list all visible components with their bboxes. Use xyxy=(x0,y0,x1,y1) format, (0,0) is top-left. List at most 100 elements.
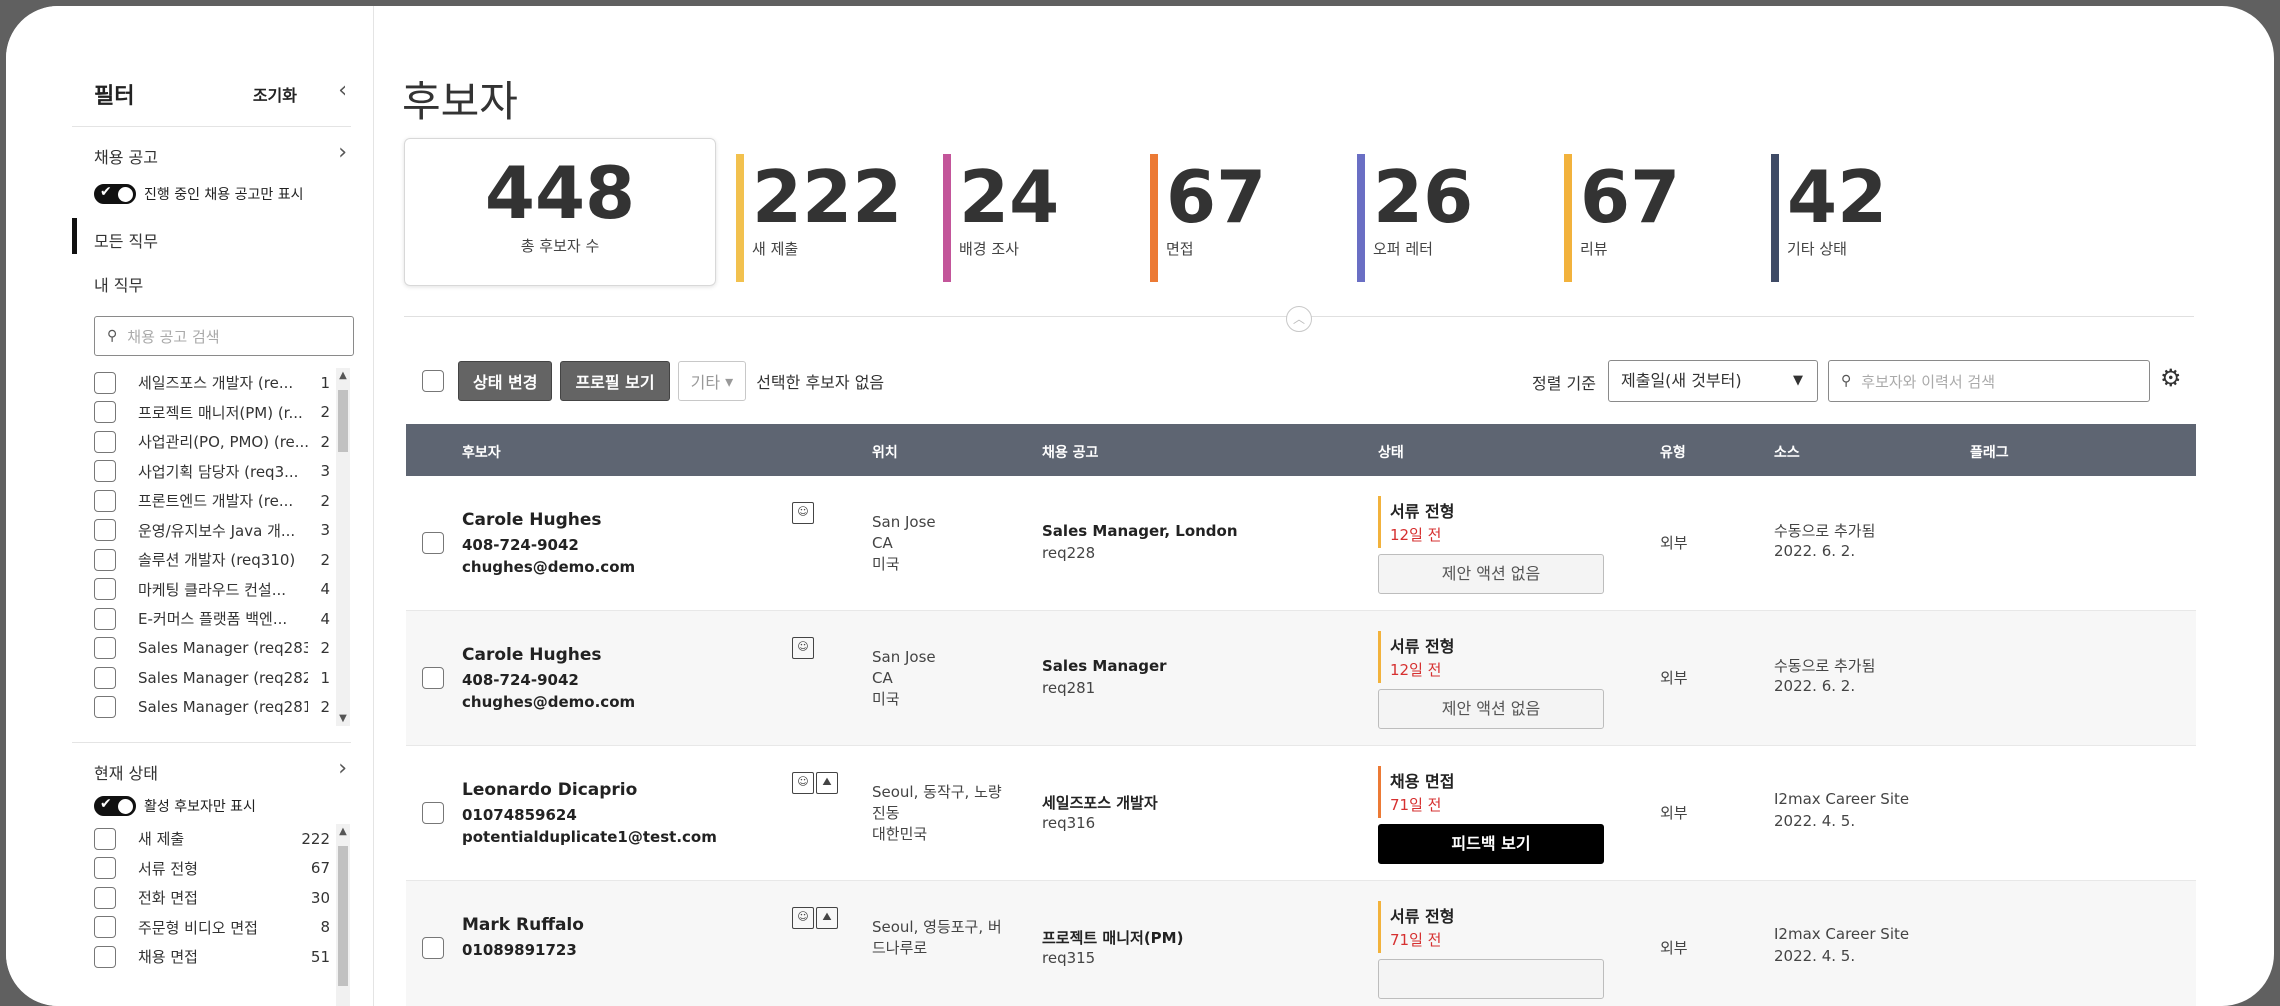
checkbox[interactable] xyxy=(94,371,116,394)
reset-button[interactable]: 조기화 xyxy=(253,82,297,106)
column-header[interactable]: 후보자 xyxy=(462,442,501,462)
jobs-filter-section[interactable]: 채용 공고 › xyxy=(94,140,353,168)
checkbox[interactable] xyxy=(94,827,116,850)
checkbox[interactable] xyxy=(94,489,116,512)
job-list-scrollbar[interactable]: ▲ ▼ xyxy=(336,368,350,726)
scroll-up-icon[interactable]: ▲ xyxy=(336,826,350,837)
checkbox[interactable] xyxy=(94,401,116,424)
status-filter-item[interactable]: 채용 면접 51 xyxy=(94,942,344,972)
status-filter-item[interactable]: 전화 면접 30 xyxy=(94,883,344,913)
table-row[interactable]: Mark Ruffalo 01089891723 ☺ ⛰ Seoul, 영등포구,… xyxy=(406,881,2196,1006)
suggested-action-button[interactable]: 제안 액션 없음 xyxy=(1378,689,1604,729)
status-filter-item[interactable]: 서류 전형 67 xyxy=(94,854,344,884)
column-header[interactable]: 소스 xyxy=(1774,442,1800,462)
checkbox[interactable] xyxy=(94,548,116,571)
resume-icon[interactable]: ☺ xyxy=(792,502,814,524)
candidate-name[interactable]: Leonardo Dicaprio xyxy=(462,780,637,800)
column-header[interactable]: 채용 공고 xyxy=(1042,442,1098,462)
row-checkbox[interactable] xyxy=(422,937,444,959)
job-title[interactable]: 프로젝트 매니저(PM) xyxy=(1042,927,1183,948)
total-candidates-card[interactable]: 448 총 후보자 수 xyxy=(404,138,716,286)
candidate-email[interactable]: chughes@demo.com xyxy=(462,693,635,711)
candidate-name[interactable]: Mark Ruffalo xyxy=(462,915,584,935)
job-title[interactable]: Sales Manager, London xyxy=(1042,522,1238,540)
scrollbar-thumb[interactable] xyxy=(338,390,348,452)
row-checkbox[interactable] xyxy=(422,532,444,554)
job-filter-item[interactable]: 솔루션 개발자 (req310) 2 xyxy=(94,545,344,575)
status-filter-item[interactable]: 주문형 비디오 면접 8 xyxy=(94,913,344,943)
stat-other[interactable]: 42 기타 상태 xyxy=(1771,154,1971,282)
table-row[interactable]: Carole Hughes 408-724-9042 chughes@demo.… xyxy=(406,611,2196,746)
job-filter-item[interactable]: 프론트엔드 개발자 (re... 2 xyxy=(94,486,344,516)
view-profile-button[interactable]: 프로필 보기 xyxy=(560,361,670,401)
row-checkbox[interactable] xyxy=(422,667,444,689)
resume-icon[interactable]: ☺ xyxy=(792,772,814,794)
status-filter-item[interactable]: 새 제출 222 xyxy=(94,824,344,854)
collapse-sidebar-icon[interactable]: ‹ xyxy=(338,78,347,103)
checkbox[interactable] xyxy=(94,916,116,939)
active-candidates-toggle[interactable] xyxy=(94,796,136,816)
column-header[interactable]: 위치 xyxy=(872,442,898,462)
status-filter-section[interactable]: 현재 상태 › xyxy=(94,756,353,784)
checkbox[interactable] xyxy=(94,857,116,880)
job-filter-item[interactable]: 사업관리(PO, PMO) (re... 2 xyxy=(94,427,344,457)
candidate-search-input[interactable]: ⚲ 후보자와 이력서 검색 xyxy=(1828,360,2150,402)
more-actions-dropdown[interactable]: 기타 ▾ xyxy=(677,361,747,401)
candidate-name[interactable]: Carole Hughes xyxy=(462,645,602,665)
status-list-scrollbar[interactable]: ▲ xyxy=(336,824,350,1006)
job-filter-item[interactable]: Sales Manager (req281) 2 xyxy=(94,693,344,723)
column-header[interactable]: 유형 xyxy=(1660,442,1686,462)
checkbox[interactable] xyxy=(94,637,116,660)
resume-icon[interactable]: ☺ xyxy=(792,907,814,929)
sort-select[interactable]: 제출일(새 것부터) ▼ xyxy=(1608,360,1818,402)
checkbox[interactable] xyxy=(94,696,116,719)
checkbox[interactable] xyxy=(94,886,116,909)
checkbox[interactable] xyxy=(94,945,116,968)
stat-background-check[interactable]: 24 배경 조사 xyxy=(943,154,1143,282)
job-filter-item[interactable]: 사업기획 담당자 (req3... 3 xyxy=(94,457,344,487)
attachment-icon[interactable]: ⛰ xyxy=(816,772,838,794)
job-filter-item[interactable]: Sales Manager (req282) 1 xyxy=(94,663,344,693)
scrollbar-thumb[interactable] xyxy=(338,846,348,986)
checkbox[interactable] xyxy=(94,666,116,689)
job-filter-item[interactable]: E-커머스 플랫폼 백엔... 4 xyxy=(94,604,344,634)
job-filter-item[interactable]: 운영/유지보수 Java 개... 3 xyxy=(94,516,344,546)
candidate-name[interactable]: Carole Hughes xyxy=(462,510,602,530)
candidate-email[interactable]: chughes@demo.com xyxy=(462,558,635,576)
checkbox[interactable] xyxy=(94,607,116,630)
job-title[interactable]: Sales Manager xyxy=(1042,657,1167,675)
checkbox[interactable] xyxy=(94,578,116,601)
job-filter-item[interactable]: 세일즈포스 개발자 (re... 1 xyxy=(94,368,344,398)
suggested-action-button[interactable]: 제안 액션 없음 xyxy=(1378,554,1604,594)
checkbox[interactable] xyxy=(94,519,116,542)
active-jobs-toggle-row[interactable]: 진행 중인 채용 공고만 표시 xyxy=(94,184,303,204)
gear-icon[interactable]: ⚙ xyxy=(2160,364,2182,392)
resume-icon[interactable]: ☺ xyxy=(792,637,814,659)
suggested-action-button[interactable] xyxy=(1378,959,1604,999)
nav-my-jobs[interactable]: 내 직무 xyxy=(94,272,143,296)
table-row[interactable]: Leonardo Dicaprio 01074859624 potentiald… xyxy=(406,746,2196,881)
job-filter-item[interactable]: 마케팅 클라우드 컨설... 4 xyxy=(94,575,344,605)
nav-all-jobs[interactable]: 모든 직무 xyxy=(94,228,158,252)
table-row[interactable]: Carole Hughes 408-724-9042 chughes@demo.… xyxy=(406,476,2196,611)
change-status-button[interactable]: 상태 변경 xyxy=(458,361,553,401)
stat-new-submission[interactable]: 222 새 제출 xyxy=(736,154,936,282)
job-filter-item[interactable]: 프로젝트 매니저(PM) (r... 2 xyxy=(94,398,344,428)
column-header[interactable]: 상태 xyxy=(1378,442,1404,462)
row-checkbox[interactable] xyxy=(422,802,444,824)
view-feedback-button[interactable]: 피드백 보기 xyxy=(1378,824,1604,864)
scroll-up-icon[interactable]: ▲ xyxy=(336,370,350,381)
column-header[interactable]: 플래그 xyxy=(1970,442,2009,462)
checkbox[interactable] xyxy=(94,460,116,483)
candidate-email[interactable]: potentialduplicate1@test.com xyxy=(462,828,717,846)
job-title[interactable]: 세일즈포스 개발자 xyxy=(1042,792,1158,813)
stat-interview[interactable]: 67 면접 xyxy=(1150,154,1350,282)
collapse-summary-icon[interactable]: ︿ xyxy=(1286,306,1312,332)
attachment-icon[interactable]: ⛰ xyxy=(816,907,838,929)
stat-review[interactable]: 67 리뷰 xyxy=(1564,154,1764,282)
stat-offer-letter[interactable]: 26 오퍼 레터 xyxy=(1357,154,1557,282)
checkbox[interactable] xyxy=(94,430,116,453)
active-jobs-toggle[interactable] xyxy=(94,184,136,204)
scroll-down-icon[interactable]: ▼ xyxy=(336,713,350,724)
job-search-input[interactable]: ⚲ 채용 공고 검색 xyxy=(94,316,354,356)
